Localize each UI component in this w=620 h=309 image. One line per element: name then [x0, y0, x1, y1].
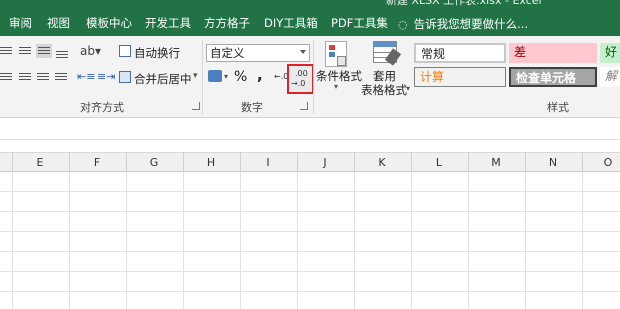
cell-style-good[interactable]: 好 [600, 43, 620, 63]
window-title: 新建 XLSX 工作表.xlsx - Excel [386, 0, 542, 7]
column-header[interactable]: K [372, 156, 392, 169]
comma-button[interactable]: , [257, 66, 263, 84]
tab-fangfang-grid[interactable]: 方方格子 [204, 17, 250, 30]
tell-me-label: 告诉我您想要做什么... [413, 17, 529, 31]
align-top-icon[interactable] [19, 47, 31, 56]
merge-center-button[interactable]: 合并后居中 [134, 71, 192, 87]
merge-dropdown-arrow-icon[interactable]: ▾ [193, 71, 198, 81]
lightbulb-icon: ◌ [398, 18, 408, 31]
menu-bar: 新建 XLSX 工作表.xlsx - Excel 审阅 视图 模板中心 开发工具… [0, 0, 620, 36]
formula-bar-divider [0, 139, 620, 140]
tab-developer[interactable]: 开发工具 [145, 17, 191, 30]
number-launcher-icon[interactable] [300, 102, 308, 110]
column-header[interactable]: L [429, 156, 449, 169]
styles-group-label: 样式 [547, 101, 569, 114]
column-divider[interactable] [12, 152, 13, 172]
column-header[interactable]: N [543, 156, 563, 169]
wrap-text-icon [119, 45, 131, 57]
tell-me-search[interactable]: ◌ 告诉我您想要做什么... [398, 16, 528, 32]
column-header-row: E F G H I J K L M N O [0, 152, 620, 172]
group-divider [202, 40, 203, 114]
column-header[interactable]: H [201, 156, 221, 169]
group-divider [313, 40, 314, 114]
table-format-icon [373, 41, 402, 66]
decrease-decimal-button[interactable]: .00 →.0 [287, 64, 314, 94]
orientation-icon[interactable]: ab▾ [80, 44, 101, 58]
align-middle-selected[interactable] [36, 44, 52, 58]
column-header[interactable]: I [258, 156, 278, 169]
formula-bar-area [0, 118, 620, 156]
column-divider[interactable] [525, 152, 526, 172]
number-format-value: 自定义 [210, 46, 245, 60]
alignment-launcher-icon[interactable] [192, 102, 200, 110]
cell-style-calculation[interactable]: 计算 [414, 67, 506, 87]
column-header[interactable]: J [315, 156, 335, 169]
wrap-text-button[interactable]: 自动换行 [134, 45, 180, 61]
column-header[interactable]: F [87, 156, 107, 169]
table-format-dropdown-icon[interactable]: ▾ [406, 84, 410, 93]
number-group-label: 数字 [241, 101, 263, 114]
column-divider[interactable] [297, 152, 298, 172]
tab-diy-toolbox[interactable]: DIY工具箱 [264, 17, 318, 30]
currency-dropdown-icon[interactable]: ▾ [224, 72, 228, 81]
tab-review[interactable]: 审阅 [9, 17, 32, 30]
cell-style-explanatory[interactable]: 解 [600, 67, 620, 87]
table-format-label-2[interactable]: 表格格式 [361, 82, 407, 98]
column-header[interactable]: M [486, 156, 506, 169]
conditional-format-dropdown-icon[interactable]: ▾ [334, 82, 338, 91]
column-header[interactable]: E [30, 156, 50, 169]
align-left-partial-icon[interactable] [0, 73, 12, 82]
number-format-select[interactable]: 自定义 [206, 44, 310, 62]
conditional-format-icon [325, 41, 347, 67]
column-divider[interactable] [69, 152, 70, 172]
column-header[interactable]: G [144, 156, 164, 169]
column-header[interactable]: O [598, 156, 618, 169]
align-partial-icon[interactable] [0, 47, 12, 56]
cell-grid[interactable] [0, 172, 620, 309]
align-left-icon[interactable] [19, 73, 31, 82]
merge-center-icon [119, 71, 131, 83]
conditional-format-button[interactable]: 条件格式 [316, 68, 362, 84]
decrease-decimal-bottom: →.0 [291, 79, 306, 88]
chevron-down-icon [300, 50, 306, 54]
column-divider[interactable] [183, 152, 184, 172]
column-divider[interactable] [468, 152, 469, 172]
cell-style-bad[interactable]: 差 [509, 43, 597, 63]
tab-pdf-tools[interactable]: PDF工具集 [331, 17, 388, 30]
column-divider[interactable] [582, 152, 583, 172]
tab-view[interactable]: 视图 [47, 17, 70, 30]
cell-style-check-cell[interactable]: 检查单元格 [509, 67, 597, 87]
decrease-decimal-top: .00 [295, 69, 308, 78]
tab-template-center[interactable]: 模板中心 [86, 17, 132, 30]
align-bottom-icon[interactable] [56, 51, 68, 60]
currency-icon[interactable] [208, 70, 222, 82]
column-divider[interactable] [354, 152, 355, 172]
align-right-icon[interactable] [55, 73, 67, 82]
column-divider[interactable] [126, 152, 127, 172]
column-divider[interactable] [411, 152, 412, 172]
align-center-icon[interactable] [37, 73, 49, 82]
alignment-group-label: 对齐方式 [80, 101, 124, 114]
percent-button[interactable]: % [234, 69, 247, 85]
column-divider[interactable] [240, 152, 241, 172]
cell-style-normal[interactable]: 常规 [414, 43, 506, 63]
decrease-indent-icon[interactable]: ⇤≡ [77, 70, 95, 83]
increase-indent-icon[interactable]: ≡⇥ [97, 70, 115, 83]
